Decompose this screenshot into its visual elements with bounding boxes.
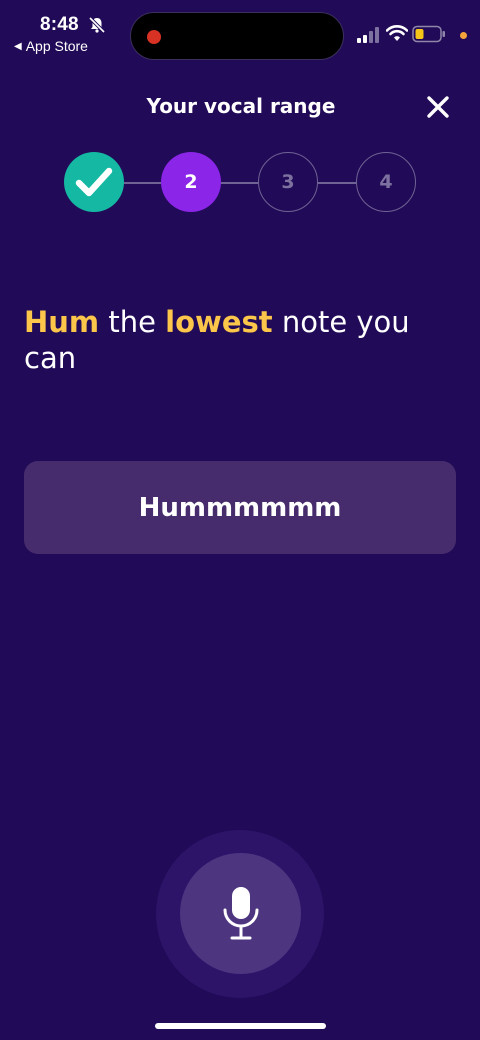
checkmark-icon [75,167,113,197]
instruction-text: Hum the lowest note you can [24,304,424,376]
microphone-icon [223,886,258,939]
hum-example-label: Hummmmmm [138,492,342,523]
instruction-highlight-hum: Hum [24,305,100,339]
progress-stepper: 2 3 4 [0,150,480,214]
back-arrow-icon: ◀ [14,40,22,52]
instruction-highlight-lowest: lowest [165,305,273,339]
dynamic-island [130,12,344,60]
page-title: Your vocal range [146,94,336,118]
bell-slash-icon [88,16,106,34]
stepper-connector [221,182,258,184]
step-1-complete [64,152,124,212]
stepper-connector [318,182,356,184]
step-2-current: 2 [161,152,221,212]
step-4: 4 [356,152,416,212]
status-time: 8:48 [40,14,79,35]
back-to-app-store[interactable]: ◀ App Store [14,38,88,54]
stepper-connector [124,182,161,184]
recording-indicator [147,30,161,44]
hum-example-card[interactable]: Hummmmmm [24,461,456,554]
microphone-button[interactable] [180,853,301,974]
battery-icon [412,25,445,43]
wifi-icon [386,25,408,41]
back-app-label: App Store [25,38,88,54]
close-icon [427,96,449,118]
home-indicator[interactable] [155,1023,326,1029]
privacy-indicator [460,32,467,39]
close-button[interactable] [424,93,452,121]
instruction-text-part: the [99,305,166,339]
signal-icon [357,27,379,43]
vocal-range-screen: 8:48 ◀ App Store Your vocal range 2 3 4 … [0,0,480,1040]
step-3: 3 [258,152,318,212]
